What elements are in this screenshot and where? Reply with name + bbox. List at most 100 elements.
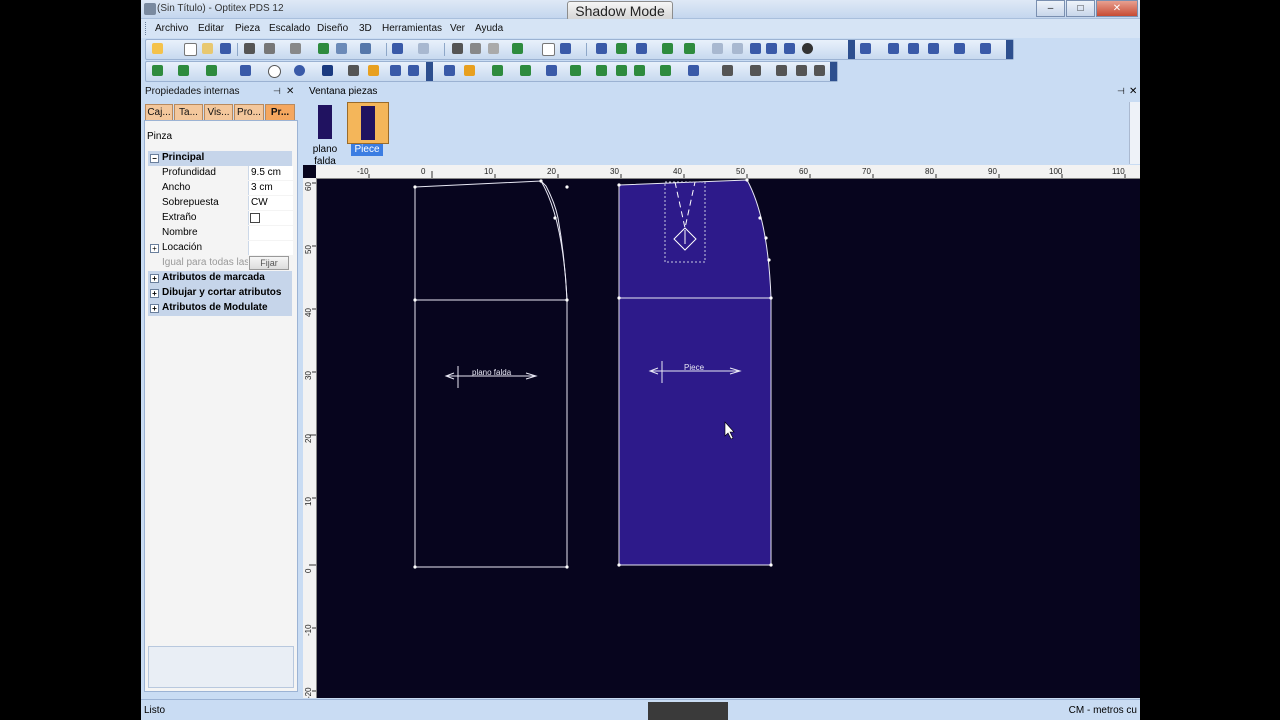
split-icon[interactable] (750, 43, 761, 54)
plot-icon[interactable] (264, 43, 275, 54)
notch-icon[interactable] (750, 65, 761, 76)
notch-tool-icon[interactable] (684, 43, 695, 54)
insert-point-icon[interactable] (178, 65, 189, 76)
undo-icon[interactable] (392, 43, 403, 54)
menu-editar[interactable]: Editar (198, 23, 224, 34)
cycle-alt-icon[interactable] (634, 65, 645, 76)
tab-tamanos[interactable]: Ta... (174, 104, 203, 121)
menu-ver[interactable]: Ver (450, 23, 465, 34)
extrano-checkbox[interactable] (250, 213, 260, 223)
row-profundidad[interactable]: Profundidad 9.5 cm (148, 166, 293, 181)
menubar-grip[interactable] (145, 22, 149, 35)
rotate-icon[interactable] (784, 43, 795, 54)
cut-icon[interactable] (452, 43, 463, 54)
group-marcada[interactable]: + Atributos de marcada (148, 271, 292, 286)
add-point-icon[interactable] (152, 65, 163, 76)
list-icon[interactable] (546, 65, 557, 76)
grade-icon[interactable] (660, 65, 671, 76)
expand-icon[interactable]: + (150, 289, 159, 298)
row-nombre[interactable]: Nombre (148, 226, 293, 241)
menu-pieza[interactable]: Pieza (235, 23, 260, 34)
pattern-drawing[interactable]: plano falda Piece (316, 178, 1140, 698)
excel-icon[interactable] (318, 43, 329, 54)
tab-cajas[interactable]: Caj... (145, 104, 173, 121)
row-extrano[interactable]: Extraño (148, 211, 293, 226)
mirror-icon[interactable] (688, 65, 699, 76)
expand-icon[interactable]: + (150, 274, 159, 283)
sheet-icon[interactable] (814, 65, 825, 76)
sobrepuesta-value[interactable]: CW (248, 196, 293, 210)
tab-propiedades[interactable]: Pro... (234, 104, 264, 121)
plotter-icon[interactable] (290, 43, 301, 54)
nombre-value[interactable] (248, 226, 293, 240)
redo-icon[interactable] (418, 43, 429, 54)
curve-tool-icon[interactable] (662, 43, 673, 54)
seam-icon[interactable] (860, 43, 871, 54)
close-icon[interactable]: ✕ (286, 86, 294, 97)
rotate-piece-icon[interactable] (570, 65, 581, 76)
piece-thumb-piece[interactable] (347, 102, 389, 144)
help-icon[interactable] (542, 43, 555, 56)
menu-archivo[interactable]: Archivo (155, 23, 188, 34)
context-help-icon[interactable] (560, 43, 571, 54)
fijar-button[interactable]: Fijar (249, 256, 289, 270)
group-modulate[interactable]: + Atributos de Modulate (148, 301, 292, 316)
pin-icon[interactable]: ⊣ (1117, 86, 1125, 97)
circle-tool-icon[interactable] (268, 65, 281, 78)
tab-pinza[interactable]: Pr... (265, 104, 295, 121)
line-tool-icon[interactable] (596, 43, 607, 54)
row-ancho[interactable]: Ancho 3 cm (148, 181, 293, 196)
row-locacion[interactable]: + Locación (148, 241, 293, 256)
maximize-button[interactable]: □ (1066, 0, 1095, 17)
piece-thumb-plano-falda[interactable] (305, 102, 345, 142)
select-arrow-icon[interactable] (152, 43, 163, 54)
minimize-button[interactable]: – (1036, 0, 1065, 17)
fullness-icon[interactable] (368, 65, 379, 76)
save-icon[interactable] (220, 43, 231, 54)
menu-herramientas[interactable]: Herramientas (382, 23, 442, 34)
pieces-scrollbar[interactable] (1129, 102, 1140, 164)
new-file-icon[interactable] (184, 43, 197, 56)
menu-escalado[interactable]: Escalado (269, 23, 310, 34)
wave-icon[interactable] (408, 65, 419, 76)
buttonhole-icon[interactable] (796, 65, 807, 76)
refresh-icon[interactable] (596, 65, 607, 76)
circle-icon[interactable] (802, 43, 813, 54)
group-principal[interactable]: − Principal (148, 151, 292, 166)
units-indicator[interactable]: CM - metros cu (1069, 705, 1137, 716)
copy-icon[interactable] (470, 43, 481, 54)
grid-icon[interactable] (766, 43, 777, 54)
close-button[interactable]: ✕ (1096, 0, 1138, 17)
paste-icon[interactable] (488, 43, 499, 54)
print-icon[interactable] (244, 43, 255, 54)
lasso-icon[interactable] (390, 65, 401, 76)
trash-icon[interactable] (444, 65, 455, 76)
expand-icon[interactable]: + (150, 244, 159, 253)
status-icons[interactable] (648, 702, 728, 720)
move-point-icon[interactable] (492, 65, 503, 76)
close-icon[interactable]: ✕ (1129, 86, 1137, 97)
pin-icon[interactable]: ⊣ (273, 86, 281, 97)
profundidad-value[interactable]: 9.5 cm (248, 166, 293, 180)
menu-3d[interactable]: 3D (359, 23, 372, 34)
spline-icon[interactable] (348, 65, 359, 76)
digitize-icon[interactable] (206, 65, 217, 76)
pen-icon[interactable] (240, 65, 251, 76)
grade-rule-icon[interactable] (732, 43, 743, 54)
app-icon[interactable] (144, 3, 156, 15)
pin-tool-icon[interactable] (464, 65, 475, 76)
measure-icon[interactable] (712, 43, 723, 54)
pleat-icon[interactable] (908, 43, 919, 54)
grading-icon[interactable] (512, 43, 523, 54)
shirt-icon[interactable] (980, 43, 991, 54)
shadow-mode-badge[interactable]: Shadow Mode (567, 1, 673, 21)
slash-icon[interactable] (520, 65, 531, 76)
menu-diseno[interactable]: Diseño (317, 23, 348, 34)
fold-icon[interactable] (928, 43, 939, 54)
row-sobrepuesta[interactable]: Sobrepuesta CW (148, 196, 293, 211)
collapse-icon[interactable]: − (150, 154, 159, 163)
drawing-canvas[interactable]: -10 0 10 20 30 40 50 60 70 80 90 100 110 (303, 165, 1140, 698)
drill-icon[interactable] (776, 65, 787, 76)
dart-icon[interactable] (954, 43, 965, 54)
cycle-icon[interactable] (616, 65, 627, 76)
